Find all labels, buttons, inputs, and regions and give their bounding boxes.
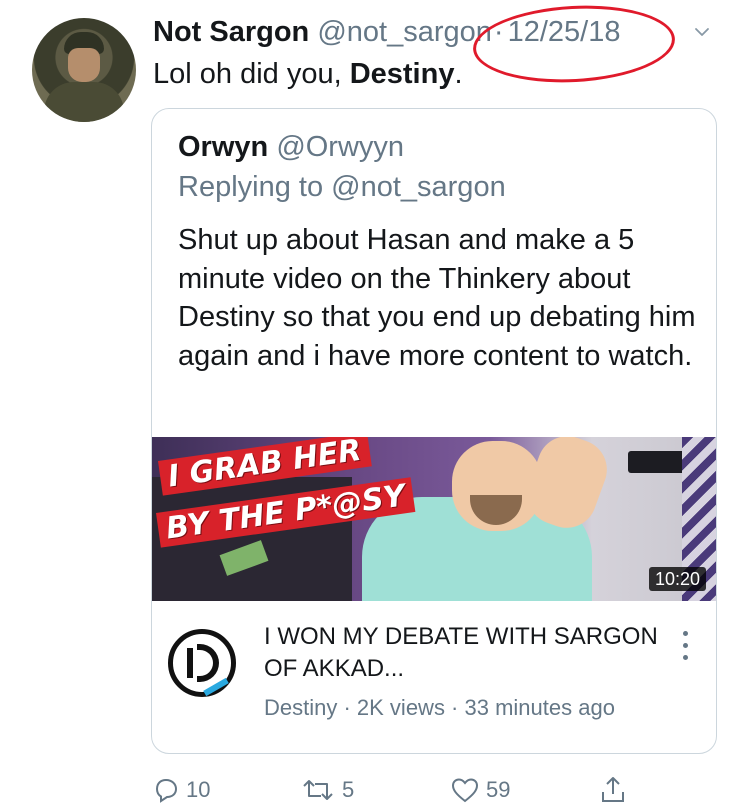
tweet-text: Lol oh did you, Destiny. bbox=[153, 56, 463, 92]
replying-to[interactable]: Replying to @not_sargon bbox=[178, 169, 506, 205]
tweet-text-end: . bbox=[454, 58, 463, 90]
video-thumbnail[interactable]: I GRAB HER BY THE P*@SY 10:20 bbox=[152, 437, 716, 601]
more-options-icon[interactable] bbox=[680, 631, 692, 667]
thumbnail-gun bbox=[628, 451, 688, 473]
logo-bar bbox=[187, 648, 193, 678]
kebab-dot bbox=[683, 631, 688, 636]
retweet-button[interactable]: 5 bbox=[300, 770, 354, 810]
like-button[interactable]: 59 bbox=[450, 770, 510, 810]
heart-icon bbox=[451, 778, 479, 803]
tweet-text-mention: Destiny bbox=[349, 58, 455, 90]
kebab-dot bbox=[683, 655, 688, 660]
video-title[interactable]: I WON MY DEBATE WITH SARGON OF AKKAD... bbox=[264, 621, 684, 685]
tweet-text-part: Lol oh did you, bbox=[153, 58, 350, 90]
channel-logo[interactable] bbox=[168, 629, 236, 697]
share-button[interactable] bbox=[598, 770, 628, 810]
author-handle[interactable]: @not_sargon bbox=[317, 16, 492, 48]
author-name[interactable]: Not Sargon bbox=[153, 16, 309, 48]
tweet-actions: 10 5 59 bbox=[0, 770, 750, 810]
avatar-face bbox=[68, 48, 100, 82]
logo-d bbox=[197, 644, 219, 682]
author-avatar[interactable] bbox=[32, 18, 136, 122]
thumbnail-banner: I GRAB HER BY THE P*@SY bbox=[152, 437, 460, 555]
video-meta: Destiny · 2K views · 33 minutes ago bbox=[264, 695, 615, 720]
retweet-count: 5 bbox=[342, 777, 355, 802]
quoted-author-name[interactable]: Orwyn bbox=[178, 131, 268, 163]
quoted-author: Orwyn @Orwyyn bbox=[178, 129, 404, 165]
kebab-dot bbox=[683, 643, 688, 648]
like-count: 59 bbox=[486, 777, 511, 802]
quoted-tweet-card[interactable]: Orwyn @Orwyyn Replying to @not_sargon Sh… bbox=[151, 108, 717, 754]
avatar-body bbox=[44, 82, 124, 122]
reply-button[interactable]: 10 bbox=[152, 770, 210, 810]
retweet-icon bbox=[303, 780, 333, 800]
reply-icon bbox=[155, 778, 178, 803]
video-duration: 10:20 bbox=[648, 567, 706, 591]
share-icon bbox=[602, 777, 624, 802]
quoted-tweet-text: Shut up about Hasan and make a 5 minute … bbox=[178, 224, 696, 372]
chevron-down-icon[interactable] bbox=[694, 24, 710, 40]
reply-count: 10 bbox=[186, 777, 211, 802]
quoted-author-handle[interactable]: @Orwyyn bbox=[276, 131, 404, 163]
